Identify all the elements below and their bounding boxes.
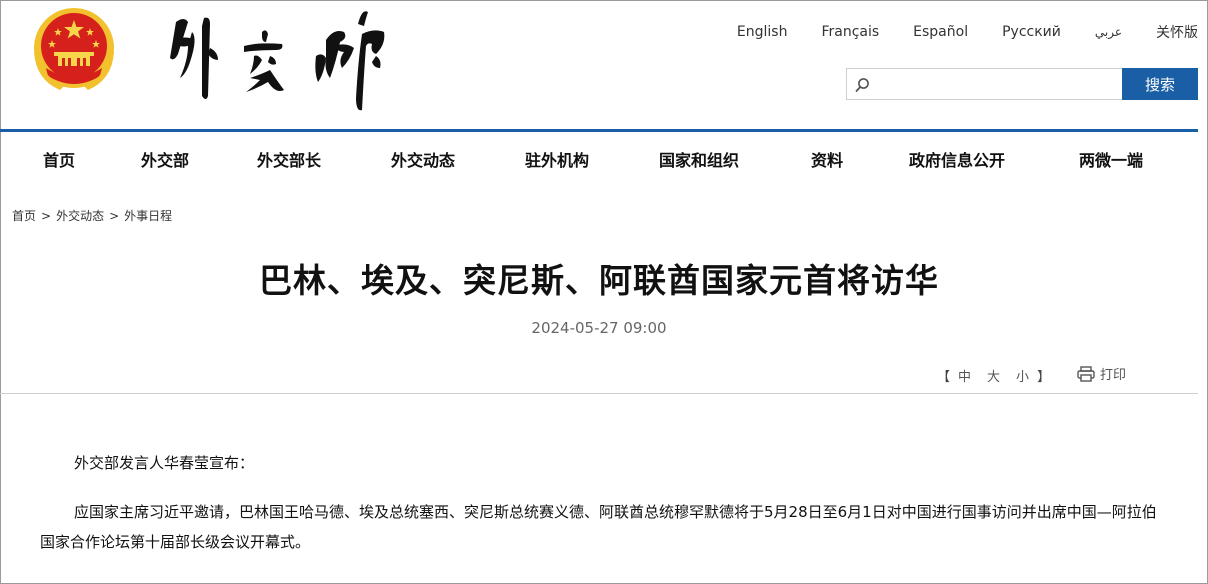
nav-item-gov-info[interactable]: 政府信息公开 <box>909 147 1005 171</box>
nav-item-resources[interactable]: 资料 <box>811 147 843 171</box>
elderly-care-version-link[interactable]: 关怀版 <box>1156 22 1198 42</box>
font-size-large[interactable]: 大 <box>987 366 1000 385</box>
breadcrumb-home[interactable]: 首页 <box>12 207 36 224</box>
breadcrumb-separator: > <box>41 208 52 223</box>
article-paragraph: 应国家主席习近平邀请，巴林国王哈马德、埃及总统塞西、突尼斯总统赛义德、阿联酋总统… <box>40 503 1157 551</box>
lang-french-link[interactable]: Français <box>821 24 879 40</box>
national-emblem-icon[interactable] <box>30 6 118 94</box>
printer-icon <box>1077 365 1095 382</box>
font-size-controls: 【 中 大 小 】 <box>937 366 1050 385</box>
article-paragraph: 外交部发言人华春莹宣布： <box>74 454 255 472</box>
nav-item-ministry[interactable]: 外交部 <box>141 147 189 171</box>
font-size-small[interactable]: 小 <box>1016 366 1029 385</box>
lang-english-link[interactable]: English <box>737 24 788 40</box>
article-date: 2024-05-27 09:00 <box>531 319 667 337</box>
font-size-close-bracket: 】 <box>1037 370 1051 385</box>
lang-arabic-link[interactable]: عربي <box>1095 25 1122 39</box>
lang-russian-link[interactable]: Русский <box>1002 24 1061 40</box>
print-button[interactable]: 打印 <box>1077 364 1126 383</box>
main-nav: 首页 外交部 外交部长 外交动态 驻外机构 国家和组织 资料 政府信息公开 两微… <box>0 132 1198 182</box>
nav-item-countries-orgs[interactable]: 国家和组织 <box>659 147 739 171</box>
breadcrumb-foreign-affairs-schedule[interactable]: 外事日程 <box>124 207 172 224</box>
header-divider <box>0 393 1198 394</box>
breadcrumb-diplomatic-news[interactable]: 外交动态 <box>56 207 104 224</box>
search-button[interactable]: 搜索 <box>1122 68 1198 100</box>
language-bar: English Français Español Русский عربي 关怀… <box>737 22 1198 42</box>
nav-item-diplomatic-news[interactable]: 外交动态 <box>391 147 455 171</box>
nav-item-missions-overseas[interactable]: 驻外机构 <box>525 147 589 171</box>
lang-spanish-link[interactable]: Español <box>913 24 968 40</box>
search-bar: 搜索 <box>846 68 1198 100</box>
print-label: 打印 <box>1100 368 1127 383</box>
breadcrumb: 首页 > 外交动态 > 外事日程 <box>12 207 172 224</box>
nav-item-social-media[interactable]: 两微一端 <box>1079 147 1143 171</box>
search-field-container <box>846 68 1122 100</box>
nav-item-home[interactable]: 首页 <box>43 147 75 171</box>
search-input[interactable] <box>847 69 1122 99</box>
search-icon <box>855 78 869 93</box>
article-title: 巴林、埃及、突尼斯、阿联酋国家元首将访华 <box>259 261 939 300</box>
ministry-calligraphy-logo[interactable] <box>158 2 394 120</box>
font-size-medium[interactable]: 中 <box>958 366 971 385</box>
breadcrumb-separator: > <box>109 208 120 223</box>
font-size-open-bracket: 【 <box>937 370 951 385</box>
nav-item-minister[interactable]: 外交部长 <box>257 147 321 171</box>
